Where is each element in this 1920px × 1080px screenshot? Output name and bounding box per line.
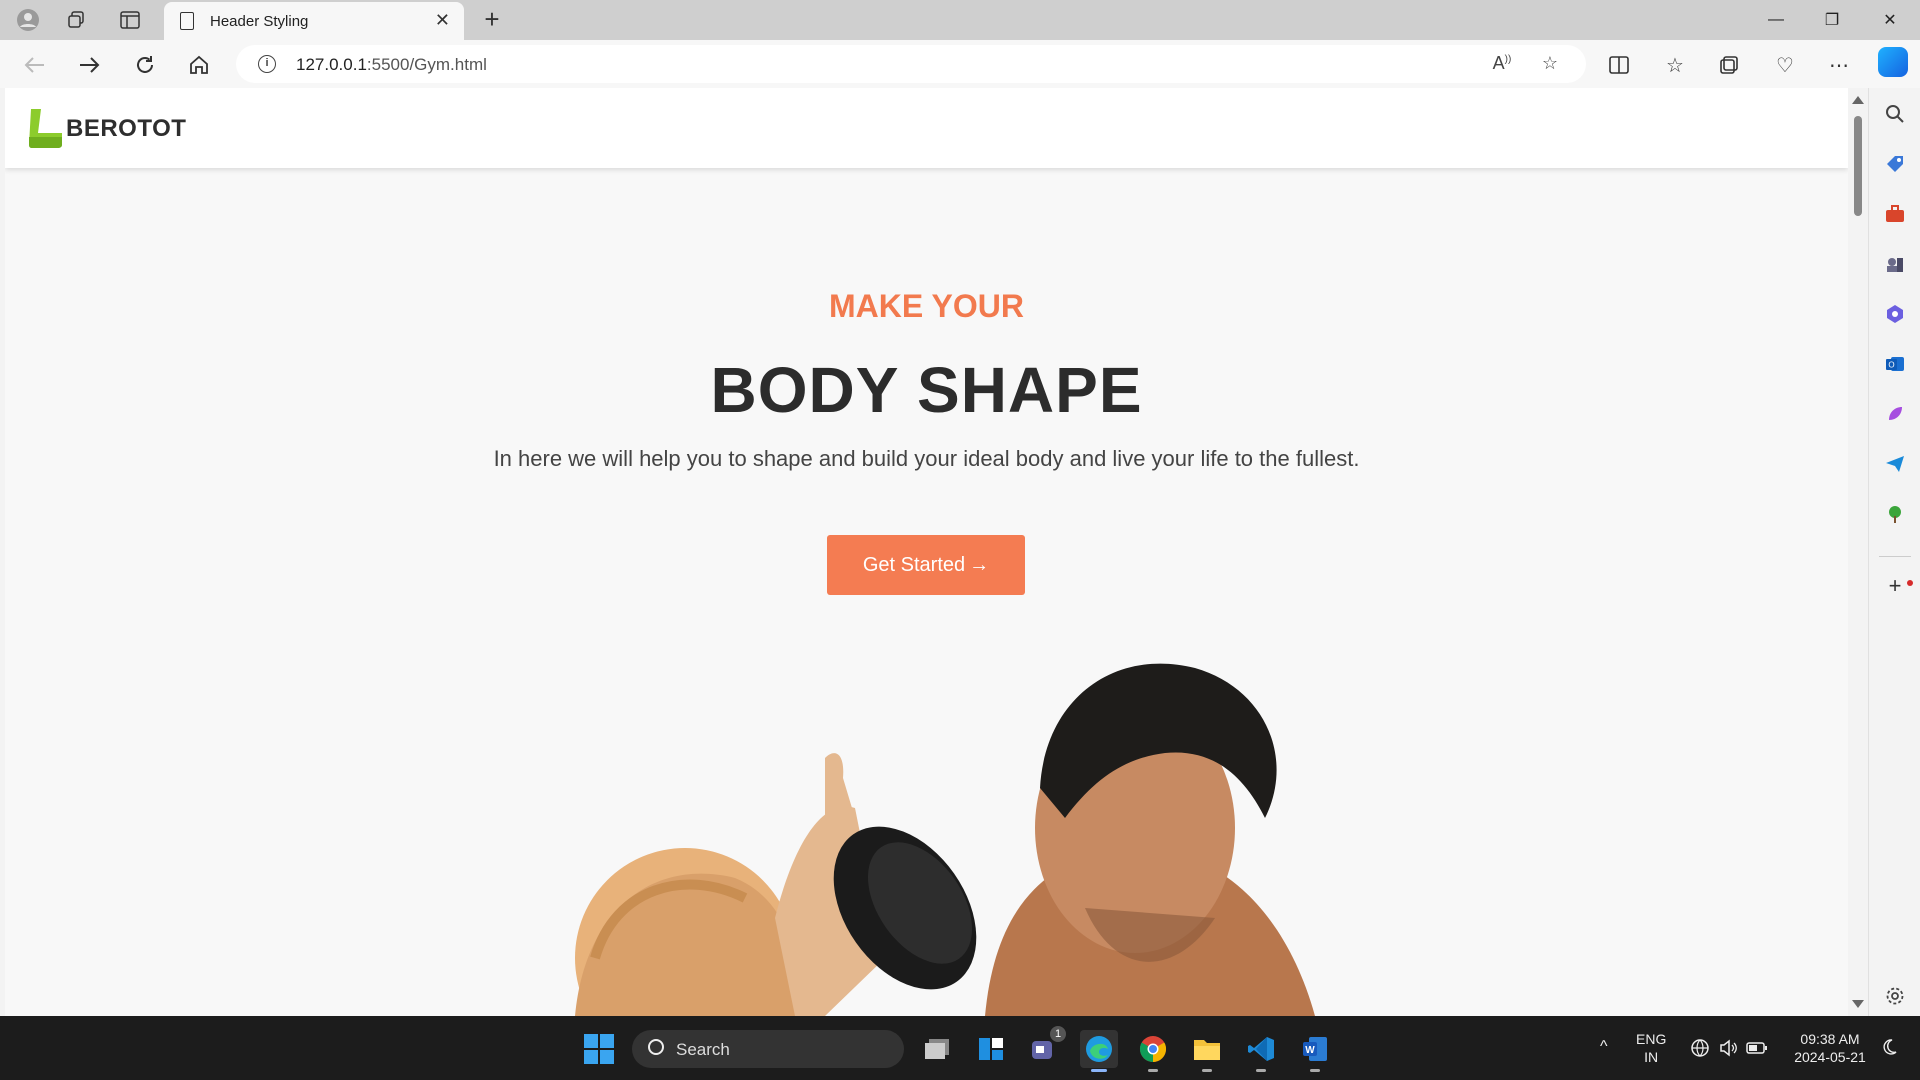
clock-time: 09:38 AM [1800,1031,1860,1047]
get-started-button[interactable]: Get Started → [827,535,1025,595]
svg-text:O: O [1888,361,1894,370]
address-bar[interactable]: i 127.0.0.1:5500/Gym.html A)) ☆ [236,45,1586,83]
running-app-indicator [1310,1069,1320,1072]
more-menu-icon[interactable]: ⋯ [1824,50,1854,80]
profile-icon[interactable] [14,6,42,34]
task-view-icon[interactable] [918,1030,956,1068]
vscode-icon[interactable] [1242,1030,1280,1072]
browser-essentials-icon[interactable]: ♡ [1770,50,1800,80]
add-icon[interactable]: + [1883,573,1907,598]
collections-icon[interactable] [1714,50,1744,80]
browser-title-bar: Header Styling ✕ + — ❐ ✕ [0,0,1920,40]
running-app-indicator [1256,1069,1266,1072]
running-app-indicator [1148,1069,1158,1072]
svg-text:W: W [1305,1045,1315,1056]
reload-icon[interactable] [130,50,160,80]
scroll-thumb[interactable] [1854,116,1862,216]
edge-browser-icon[interactable] [1080,1030,1118,1072]
battery-icon[interactable] [1746,1038,1768,1062]
taskbar-search-label: Search [676,1040,730,1059]
designer-icon[interactable] [1883,402,1907,426]
browser-toolbar: i 127.0.0.1:5500/Gym.html A)) ☆ ☆ ♡ ⋯ [0,40,1920,88]
shopping-tag-icon[interactable] [1883,152,1907,176]
split-screen-icon[interactable] [1604,50,1634,80]
language-code: ENG [1636,1031,1667,1047]
running-app-indicator [1202,1069,1212,1072]
page-scrollbar[interactable] [1848,88,1868,1016]
vertical-tabs-icon[interactable] [116,6,144,34]
region-code: IN [1644,1049,1659,1065]
page-viewport: BEROTOT MAKE YOUR BODY SHAPE In here we … [5,88,1848,1016]
read-aloud-icon[interactable]: A)) [1490,53,1514,75]
taskbar-search[interactable]: Search [632,1030,904,1068]
forward-arrow-icon[interactable] [74,50,104,80]
teams-icon[interactable]: 1 [1026,1026,1066,1068]
home-icon[interactable] [184,50,214,80]
tools-icon[interactable] [1883,202,1907,226]
outlook-icon[interactable]: O [1883,352,1907,376]
back-arrow-icon[interactable] [20,50,50,80]
edge-sidebar: O + [1868,88,1920,1016]
widgets-icon[interactable] [972,1030,1010,1068]
microsoft-365-icon[interactable] [1883,302,1907,326]
logo-icon[interactable] [25,107,65,149]
search-icon [648,1039,664,1055]
windows-start-icon[interactable] [584,1034,614,1064]
arrow-right-icon: → [969,553,990,576]
clock[interactable]: 09:38 AM 2024-05-21 [1786,1030,1874,1066]
network-icon[interactable] [1690,1038,1710,1062]
focus-moon-icon[interactable] [1880,1038,1898,1060]
games-icon[interactable] [1883,252,1907,276]
restore-button[interactable]: ❐ [1812,6,1852,34]
logo-text[interactable]: BEROTOT [66,115,186,143]
hero-title: BODY SHAPE [710,354,1143,426]
close-window-button[interactable]: ✕ [1870,6,1910,34]
notification-dot-icon [1907,580,1913,586]
chrome-icon[interactable] [1134,1030,1172,1072]
hero-kicker: MAKE YOUR [829,288,1024,324]
word-icon[interactable]: W [1296,1030,1334,1072]
send-icon[interactable] [1883,452,1907,476]
site-header: BEROTOT [5,88,1848,168]
windows-taskbar: Search 1 W ^ ENG IN 09:38 AM 2024-05-21 [0,1016,1920,1080]
search-icon[interactable] [1883,102,1907,126]
hero-fitness-image [575,663,1315,1016]
page-icon [180,12,194,30]
copilot-icon[interactable] [1878,47,1908,77]
tab-title: Header Styling [210,13,309,30]
scroll-up-arrow-icon[interactable] [1852,96,1864,104]
favorite-star-icon[interactable]: ☆ [1538,53,1562,75]
teams-badge: 1 [1050,1026,1066,1042]
scroll-down-arrow-icon[interactable] [1852,1000,1864,1008]
active-tab[interactable]: Header Styling ✕ [164,2,464,40]
tree-icon[interactable] [1883,502,1907,526]
active-app-indicator [1091,1069,1107,1072]
settings-gear-icon[interactable] [1883,984,1907,1008]
get-started-label: Get Started [862,553,966,576]
sidebar-divider [1879,556,1911,557]
language-indicator[interactable]: ENG IN [1636,1030,1666,1066]
hero-subtitle: In here we will help you to shape and bu… [493,446,1360,471]
url-text[interactable]: 127.0.0.1:5500/Gym.html [296,55,487,75]
new-tab-button[interactable]: + [478,6,506,34]
minimize-button[interactable]: — [1756,6,1796,34]
show-hidden-icons-chevron-icon[interactable]: ^ [1600,1038,1608,1056]
file-explorer-icon[interactable] [1188,1030,1226,1072]
volume-icon[interactable] [1718,1038,1738,1062]
site-info-icon[interactable]: i [258,55,276,73]
workspaces-icon[interactable] [62,6,90,34]
clock-date: 2024-05-21 [1794,1049,1866,1065]
favorites-icon[interactable]: ☆ [1660,50,1690,80]
tab-close-button[interactable]: ✕ [435,10,450,31]
